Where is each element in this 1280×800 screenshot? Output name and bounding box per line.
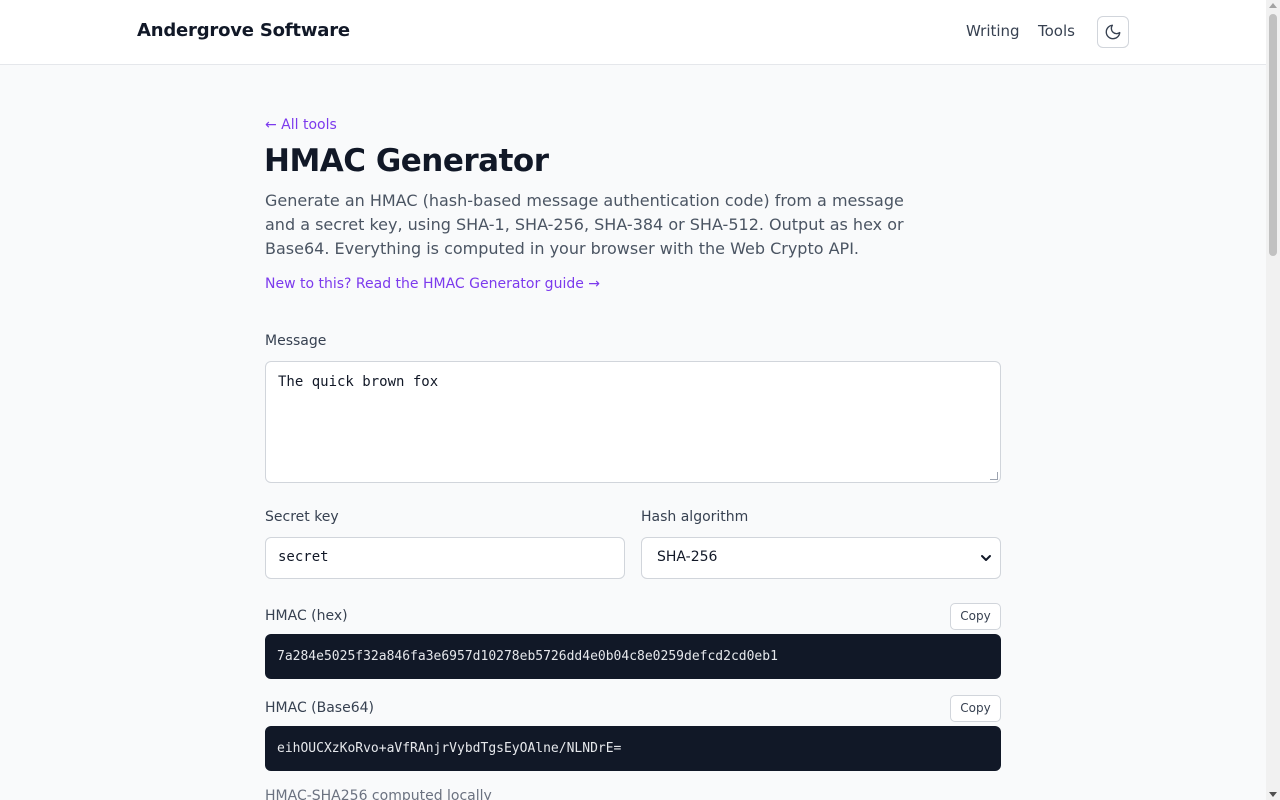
secret-key-value: secret — [278, 549, 329, 565]
brand-logo[interactable]: Andergrove Software — [137, 20, 350, 41]
secret-key-label: Secret key — [265, 509, 339, 525]
scroll-thumb[interactable] — [1269, 14, 1277, 256]
hash-algorithm-label: Hash algorithm — [641, 509, 749, 525]
hash-algorithm-select[interactable]: SHA-256 — [641, 537, 1001, 579]
message-label: Message — [265, 333, 327, 349]
nav-tools[interactable]: Tools — [1038, 22, 1075, 40]
secret-key-input[interactable]: secret — [265, 537, 625, 579]
hmac-hex-output[interactable]: 7a284e5025f32a846fa3e6957d10278eb5726dd4… — [265, 634, 1001, 679]
guide-link[interactable]: New to this? Read the HMAC Generator gui… — [265, 276, 600, 292]
moon-icon — [1105, 24, 1121, 40]
page-description: Generate an HMAC (hash-based message aut… — [265, 191, 904, 258]
computation-note: HMAC-SHA256 computed locally — [265, 788, 492, 800]
copy-hex-button[interactable]: Copy — [950, 603, 1001, 630]
theme-toggle-button[interactable] — [1097, 16, 1129, 48]
nav-writing[interactable]: Writing — [966, 22, 1020, 40]
scroll-down-arrow-icon[interactable] — [1269, 792, 1277, 797]
hmac-base64-output[interactable]: eihOUCXzKoRvo+aVfRAnjrVybdTgsEyOAlne/NLN… — [265, 726, 1001, 771]
chevron-down-icon — [981, 555, 991, 561]
copy-base64-button[interactable]: Copy — [950, 695, 1001, 722]
hmac-base64-label: HMAC (Base64) — [265, 700, 374, 716]
message-value: The quick brown fox — [278, 374, 439, 390]
resize-handle-icon[interactable] — [990, 472, 998, 480]
page-title: HMAC Generator — [264, 143, 549, 179]
site-header: Andergrove Software Writing Tools — [0, 0, 1266, 65]
hmac-hex-label: HMAC (hex) — [265, 608, 348, 624]
message-textarea[interactable]: The quick brown fox — [265, 361, 1001, 483]
hash-algorithm-value: SHA-256 — [657, 549, 718, 565]
page-scrollbar[interactable] — [1266, 0, 1280, 800]
all-tools-link[interactable]: ← All tools — [265, 117, 337, 133]
scroll-up-arrow-icon[interactable] — [1269, 3, 1277, 8]
